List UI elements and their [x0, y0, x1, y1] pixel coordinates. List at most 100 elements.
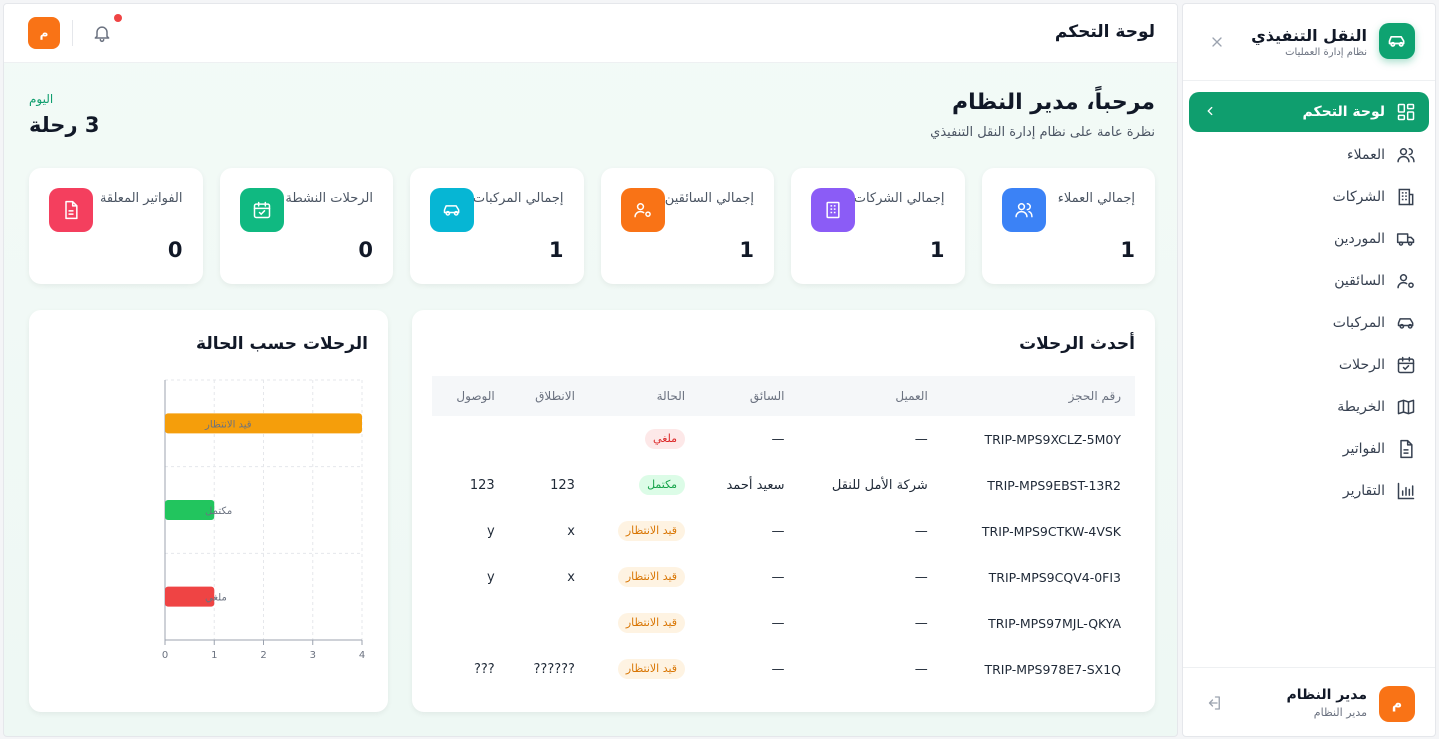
sidebar-item-drivers[interactable]: السائقين — [1189, 260, 1429, 302]
stat-card-drivers[interactable]: إجمالي السائقين 1 — [600, 168, 774, 284]
trips-status-chart: 0 1 2 3 4 قيد الانتظار مكتمل ملغي — [162, 379, 365, 661]
sidebar-item-label: التقارير — [1342, 483, 1385, 499]
client-cell: — — [914, 431, 928, 447]
x-tick-label: 2 — [260, 650, 266, 661]
bell-icon[interactable] — [92, 23, 112, 43]
table-row[interactable]: TRIP-MPS9XCLZ-5M0Y — — ملغي — [432, 416, 1135, 462]
trips-table: رقم الحجز العميل السائق الحالة الانطلاق … — [432, 376, 1135, 692]
sidebar-nav: لوحة التحكم العملاء الشركات الموردين الس… — [1189, 92, 1429, 512]
welcome-subtitle: نظرة عامة على نظام إدارة النقل التنفيذي — [930, 125, 1155, 140]
stats-cards: إجمالي العملاء 1 إجمالي الشركات 1 إجمالي… — [29, 168, 1155, 284]
stat-label: إجمالي العملاء — [1057, 191, 1135, 206]
notification-dot — [114, 14, 122, 22]
car-icon — [430, 188, 474, 232]
client-cell: شركة الأمل للنقل — [831, 477, 928, 493]
sidebar-item-label: المركبات — [1332, 315, 1385, 331]
id-cell: TRIP-MPS97MJL-QKYA — [988, 615, 1121, 631]
status-cell: قيد الانتظار — [589, 600, 699, 646]
column-header: رقم الحجز — [1068, 389, 1121, 403]
user-gear-icon — [1395, 270, 1417, 292]
stat-card-pending-invoices[interactable]: الفواتير المعلقة 0 — [29, 168, 203, 284]
sidebar-item-label: الخريطة — [1337, 399, 1385, 415]
table-row[interactable]: TRIP-MPS97MJL-QKYA — — قيد الانتظار — [432, 600, 1135, 646]
sidebar-item-companies[interactable]: الشركات — [1189, 176, 1429, 218]
x-tick-label: 4 — [359, 650, 365, 661]
client-cell: — — [914, 523, 928, 539]
sidebar-item-suppliers[interactable]: الموردين — [1189, 218, 1429, 260]
status-badge: قيد الانتظار — [617, 567, 686, 587]
x-tick-label: 1 — [211, 650, 217, 661]
sidebar-item-vehicles[interactable]: المركبات — [1189, 302, 1429, 344]
users-icon — [1001, 188, 1046, 232]
driver-cell: — — [771, 569, 785, 585]
table-row[interactable]: TRIP-MPS9EBST-13R2 شركة الأمل للنقل سعيد أ… — [432, 462, 1135, 508]
trips-by-status-panel: الرحلات حسب الحالة 0 1 2 3 4 قيد الانتظار مكتم… — [29, 310, 388, 712]
stat-value: 1 — [929, 238, 945, 262]
chevron-left-icon — [1207, 106, 1213, 116]
column-header: الانطلاق — [535, 389, 575, 403]
stat-label: إجمالي السائقين — [664, 191, 754, 206]
to-cell — [432, 600, 509, 646]
status-cell: قيد الانتظار — [589, 554, 699, 600]
close-icon[interactable] — [1209, 34, 1225, 50]
user-name: مدير النظام — [1286, 687, 1367, 703]
sidebar-item-trips[interactable]: الرحلات — [1189, 344, 1429, 386]
table-row[interactable]: TRIP-MPS9CQV4-0FI3 — — قيد الانتظار x y — [432, 554, 1135, 600]
id-cell: TRIP-MPS9CQV4-0FI3 — [988, 569, 1121, 585]
stat-card-clients[interactable]: إجمالي العملاء 1 — [981, 168, 1155, 284]
column-header: الوصول — [456, 389, 495, 403]
page-title: لوحة التحكم — [1054, 22, 1155, 42]
sidebar-item-reports[interactable]: التقارير — [1189, 470, 1429, 512]
id-cell: TRIP-MPS9CTKW-4VSK — [981, 523, 1121, 539]
bar-chart-icon — [1395, 480, 1417, 502]
stat-card-vehicles[interactable]: إجمالي المركبات 1 — [410, 168, 584, 284]
file-icon — [49, 188, 93, 232]
x-tick-label: 0 — [162, 650, 168, 661]
brand-title: النقل التنفيذي — [1251, 26, 1367, 45]
sidebar-item-label: الفواتير — [1342, 441, 1385, 457]
y-tick-label: قيد الانتظار — [204, 419, 252, 430]
driver-cell: — — [771, 523, 785, 539]
table-row[interactable]: TRIP-MPS9CTKW-4VSK — — قيد الانتظار x y — [432, 508, 1135, 554]
stat-label: إجمالي الشركات — [853, 191, 945, 206]
sidebar-item-invoices[interactable]: الفواتير — [1189, 428, 1429, 470]
from-cell: x — [567, 523, 575, 539]
stat-value: 1 — [548, 238, 564, 262]
sidebar-item-clients[interactable]: العملاء — [1189, 134, 1429, 176]
y-tick-label: ملغي — [205, 593, 227, 604]
bar — [165, 413, 362, 434]
stat-card-companies[interactable]: إجمالي الشركات 1 — [791, 168, 965, 284]
sidebar-item-label: الموردين — [1333, 231, 1385, 247]
status-cell: مكتمل — [589, 462, 699, 508]
table-row[interactable]: TRIP-MPS978E7-SX1Q — — قيد الانتظار????????… — [432, 646, 1135, 692]
dashboard-icon — [1395, 101, 1417, 123]
sidebar-item-label: الرحلات — [1338, 357, 1385, 373]
today-value: 3 رحلة — [29, 113, 100, 137]
x-tick-label: 3 — [310, 650, 316, 661]
user-profile: م مدير النظام مدير النظام — [1183, 667, 1435, 736]
to-cell: y — [487, 523, 495, 539]
brand-logo — [1379, 23, 1415, 59]
from-cell: 123 — [550, 477, 575, 493]
logout-icon[interactable] — [1205, 694, 1223, 712]
stat-label: إجمالي المركبات — [472, 191, 564, 206]
id-cell: TRIP-MPS9XCLZ-5M0Y — [984, 431, 1121, 447]
calendar-check-icon — [1395, 354, 1417, 376]
column-header: السائق — [749, 389, 785, 403]
driver-cell: — — [771, 431, 785, 447]
client-cell: — — [914, 569, 928, 585]
status-cell: قيد الانتظار — [589, 646, 699, 692]
to-cell — [432, 416, 509, 462]
sidebar-item-dashboard[interactable]: لوحة التحكم — [1189, 92, 1429, 132]
status-cell: قيد الانتظار — [589, 508, 699, 554]
id-cell: TRIP-MPS9EBST-13R2 — [987, 477, 1121, 493]
stat-card-active-trips[interactable]: الرحلات النشطة 0 — [219, 168, 393, 284]
user-role: مدير النظام — [1313, 706, 1367, 719]
status-badge: قيد الانتظار — [617, 659, 686, 679]
divider — [72, 20, 73, 46]
stat-label: الفواتير المعلقة — [99, 191, 183, 206]
avatar[interactable]: م — [1379, 686, 1415, 722]
client-cell: — — [914, 615, 928, 631]
avatar[interactable]: م — [28, 17, 60, 49]
sidebar-item-map[interactable]: الخريطة — [1189, 386, 1429, 428]
